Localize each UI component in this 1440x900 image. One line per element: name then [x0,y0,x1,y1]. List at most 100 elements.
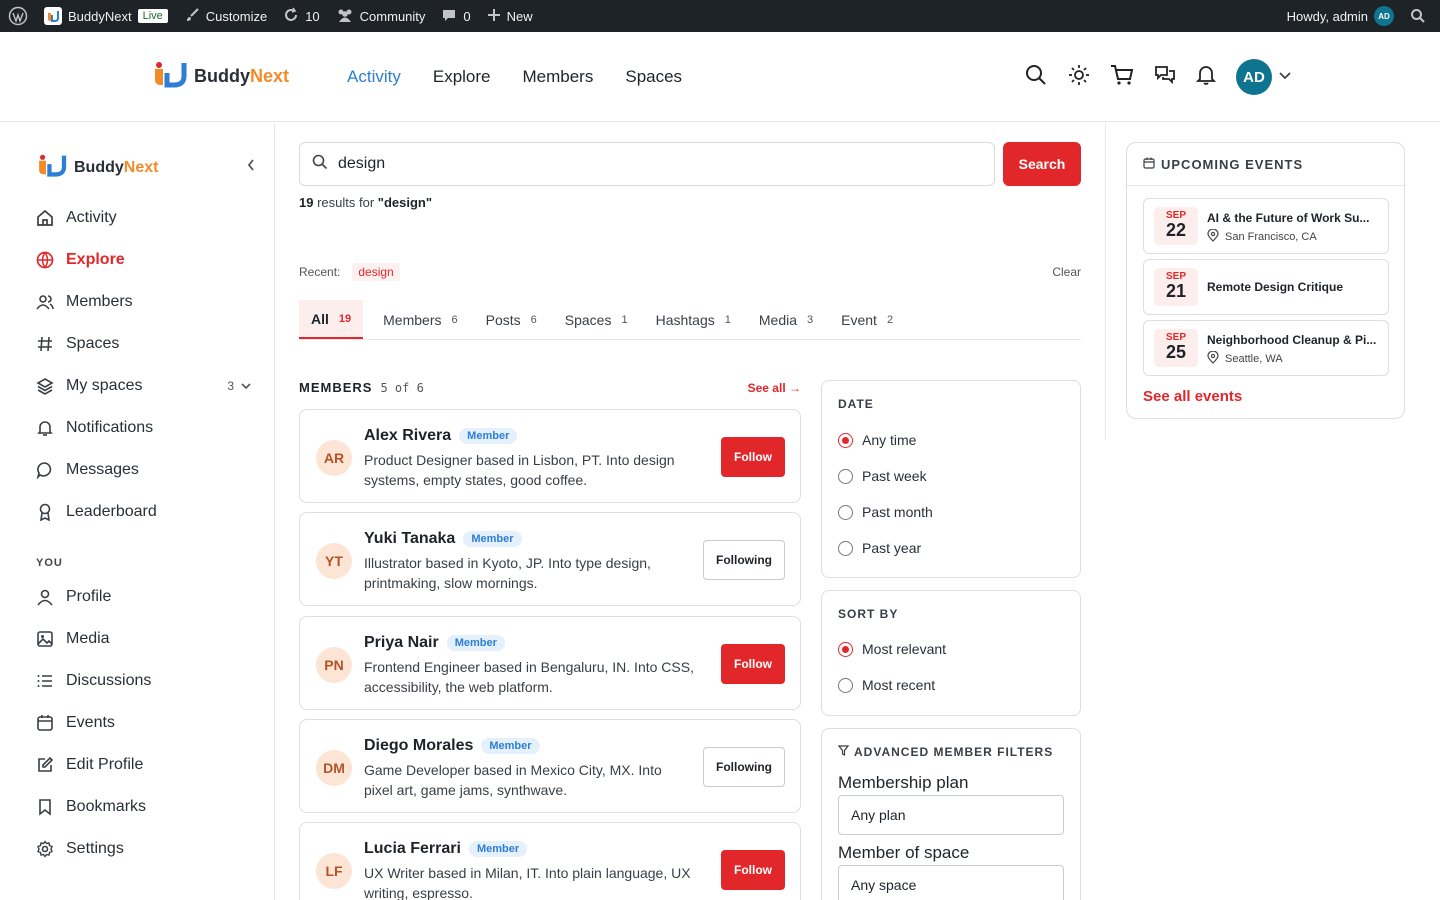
tab-event[interactable]: Event 2 [829,300,905,339]
sidebar-item-members[interactable]: Members [36,288,256,316]
header-nav-members[interactable]: Members [523,67,594,87]
sidebar-item-my-spaces[interactable]: My spaces 3 [36,372,256,400]
filter-icon [837,745,850,759]
sidebar-item-label: Messages [66,461,139,478]
see-all-events-link[interactable]: See all events [1143,388,1242,405]
sidebar-item-bookmarks[interactable]: Bookmarks [36,793,256,821]
new-content-link[interactable]: New [479,0,541,32]
chevron-down-icon[interactable] [240,377,252,395]
sort-option-most-recent[interactable]: Most recent [838,677,935,693]
user-menu[interactable]: AD [1236,59,1292,95]
date-option-past-month[interactable]: Past month [838,504,933,520]
clear-recent-button[interactable]: Clear [1052,265,1081,279]
avatar[interactable]: AR [316,440,352,476]
avatar[interactable]: LF [316,853,352,889]
comments-count: 0 [463,8,471,24]
member-card: AR Alex Rivera Member Product Designer ba… [299,409,801,503]
sidebar-item-spaces[interactable]: Spaces [36,330,256,358]
tab-posts[interactable]: Posts 6 [474,300,549,339]
sidebar-logo[interactable]: BuddyNext [36,153,256,182]
members-section-title: MEMBERS [299,380,373,395]
tab-hashtags[interactable]: Hashtags 1 [644,300,743,339]
collapse-sidebar-icon[interactable] [246,158,256,177]
sidebar-item-messages[interactable]: Messages [36,456,256,484]
member-name[interactable]: Lucia Ferrari [364,840,461,858]
bell-icon[interactable] [1195,64,1217,91]
header-nav-activity[interactable]: Activity [347,67,401,87]
event-item[interactable]: SEP 25 Neighborhood Cleanup & Pi... Seatt… [1143,320,1389,376]
community-link[interactable]: Community [328,0,434,32]
following-button[interactable]: Following [703,747,785,787]
date-option-past-year[interactable]: Past year [838,540,921,556]
avatar[interactable]: PN [316,647,352,683]
sort-option-most-relevant[interactable]: Most relevant [838,641,946,657]
follow-button[interactable]: Follow [721,437,785,477]
tab-members[interactable]: Members 6 [371,300,469,339]
avatar[interactable]: YT [316,543,352,579]
member-of-space-select[interactable]: Any space [838,865,1064,900]
event-item[interactable]: SEP 21 Remote Design Critique [1143,259,1389,315]
follow-button[interactable]: Follow [721,850,785,890]
sun-icon[interactable] [1068,64,1090,91]
sidebar-item-activity[interactable]: Activity [36,204,256,232]
member-name[interactable]: Alex Rivera [364,427,451,445]
member-card: DM Diego Morales Member Game Developer ba… [299,719,801,813]
comments-link[interactable]: 0 [433,0,478,32]
sidebar-item-settings[interactable]: Settings [36,835,256,863]
updates-link[interactable]: 10 [275,0,327,32]
cart-icon[interactable] [1110,63,1134,92]
radio-unchecked [838,504,853,520]
search-input[interactable]: design [338,155,385,173]
membership-plan-select[interactable]: Any plan [838,795,1064,835]
sidebar-item-label: Events [66,714,115,731]
sidebar-item-events[interactable]: Events [36,709,256,737]
follow-button[interactable]: Follow [721,644,785,684]
header-logo[interactable]: BuddyNext [152,60,289,93]
member-name[interactable]: Diego Morales [364,737,473,755]
event-item[interactable]: SEP 22 AI & the Future of Work Su... San … [1143,198,1389,254]
site-name-link[interactable]: BuddyNext Live [36,0,176,32]
customize-link[interactable]: Customize [176,0,275,32]
sidebar-item-profile[interactable]: Profile [36,583,256,611]
date-option-past-week[interactable]: Past week [838,468,927,484]
messages-icon[interactable] [1154,64,1176,91]
search-icon[interactable] [1024,63,1048,92]
sidebar-item-label: Members [66,293,133,310]
admin-search-icon[interactable] [1402,0,1440,32]
sidebar-item-discussions[interactable]: Discussions [36,667,256,695]
advanced-filters-title: ADVANCED MEMBER FILTERS [837,745,1054,759]
search-box[interactable]: design [299,142,995,186]
event-title: Remote Design Critique [1207,280,1344,294]
sidebar-item-explore[interactable]: Explore [36,246,256,274]
event-day: 22 [1165,220,1187,240]
member-name[interactable]: Yuki Tanaka [364,530,455,548]
tab-all[interactable]: All 19 [299,300,364,339]
sidebar-item-notifications[interactable]: Notifications [36,414,256,442]
brush-icon [184,7,200,26]
see-all-members-link[interactable]: See all → [748,381,801,395]
buddynext-logo-icon [36,153,68,182]
member-name[interactable]: Priya Nair [364,634,439,652]
member-card: YT Yuki Tanaka Member Illustrator based i… [299,512,801,606]
tab-count: 1 [621,313,628,326]
event-date: SEP 21 [1154,268,1198,306]
admin-avatar: AD [1374,6,1394,26]
tab-spaces[interactable]: Spaces 1 [553,300,640,339]
account-menu[interactable]: Howdy, admin AD [1279,0,1402,32]
tab-media[interactable]: Media 3 [747,300,825,339]
results-count: 19 [299,195,314,210]
member-card: PN Priya Nair Member Frontend Engineer ba… [299,616,801,710]
advanced-filters-label: ADVANCED MEMBER FILTERS [854,745,1054,759]
sidebar-item-leaderboard[interactable]: Leaderboard [36,498,256,526]
search-button[interactable]: Search [1003,142,1081,186]
sidebar-item-media[interactable]: Media [36,625,256,653]
sidebar-item-edit-profile[interactable]: Edit Profile [36,751,256,779]
header-nav-explore[interactable]: Explore [433,67,491,87]
following-button[interactable]: Following [703,540,785,580]
customize-label: Customize [205,8,268,24]
header-nav-spaces[interactable]: Spaces [625,67,682,87]
date-option-any-time[interactable]: Any time [838,432,916,448]
avatar[interactable]: DM [316,750,352,786]
recent-search-tag[interactable]: design [352,263,400,281]
wordpress-logo-icon[interactable] [0,0,36,32]
